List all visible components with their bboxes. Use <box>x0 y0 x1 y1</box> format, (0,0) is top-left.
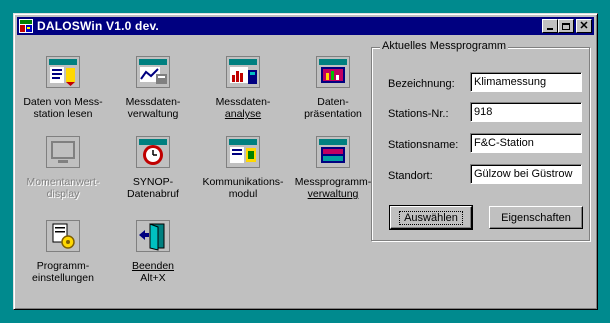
tile-label: Beenden Alt+X <box>131 260 175 284</box>
minimize-icon <box>547 28 553 30</box>
data-analysis-icon <box>226 56 260 88</box>
main-window: DALOSWin V1.0 dev. ✕ Daten von Mess-stat… <box>13 13 598 310</box>
designation-field[interactable] <box>470 72 582 92</box>
close-button[interactable]: ✕ <box>576 19 592 33</box>
app-icon <box>19 19 33 33</box>
station-name-field[interactable] <box>470 133 582 153</box>
station-name-label: Stationsname: <box>388 139 459 151</box>
tile-exit[interactable]: Beenden Alt+X <box>108 220 198 284</box>
station-number-label: Stations-Nr.: <box>388 108 449 120</box>
tile-read-station-data[interactable]: Daten von Mess-station lesen <box>18 56 108 120</box>
monitor-display-icon <box>46 136 80 168</box>
tile-label: Momentanwert-display <box>26 176 100 200</box>
tile-current-value-display: Momentanwert-display <box>18 136 108 200</box>
tile-label: Programm-einstellungen <box>32 260 94 284</box>
tile-data-analysis[interactable]: Messdaten-analyse <box>198 56 288 120</box>
location-field[interactable] <box>470 164 582 184</box>
tile-label: Daten-präsentation <box>304 96 362 120</box>
tile-label: Kommunikations-modul <box>202 176 284 200</box>
properties-button-label: Eigenschaften <box>501 211 571 224</box>
tile-program-settings[interactable]: Programm-einstellungen <box>18 220 108 284</box>
program-management-icon <box>316 136 350 168</box>
download-data-icon <box>46 56 80 88</box>
minimize-button[interactable] <box>542 19 558 33</box>
properties-button[interactable]: Eigenschaften <box>489 206 583 229</box>
tile-label: Messdaten-verwaltung <box>125 96 181 120</box>
data-management-icon <box>136 56 170 88</box>
maximize-button[interactable] <box>558 19 574 33</box>
station-number-field[interactable] <box>470 102 582 122</box>
tile-label: Daten von Mess-station lesen <box>23 96 103 120</box>
tile-data-management[interactable]: Messdaten-verwaltung <box>108 56 198 120</box>
synop-clock-icon <box>136 136 170 168</box>
tile-synop-data-retrieval[interactable]: SYNOP- Datenabruf <box>108 136 198 200</box>
select-button-label: Auswählen <box>399 210 463 225</box>
designation-label: Bezeichnung: <box>388 78 455 90</box>
group-legend: Aktuelles Messprogramm <box>380 40 509 52</box>
tile-label: Messdaten-analyse <box>215 96 271 120</box>
maximize-icon <box>562 22 570 30</box>
communication-module-icon <box>226 136 260 168</box>
tile-label: SYNOP- Datenabruf <box>127 176 179 200</box>
location-label: Standort: <box>388 170 433 182</box>
program-settings-icon <box>46 220 80 252</box>
title-bar[interactable]: DALOSWin V1.0 dev. ✕ <box>17 17 594 35</box>
exit-door-icon <box>136 220 170 252</box>
window-title: DALOSWin V1.0 dev. <box>37 19 159 33</box>
current-program-group: Aktuelles Messprogramm Bezeichnung: Stat… <box>371 40 590 241</box>
tile-measurement-program-management[interactable]: Messprogramm-verwaltung <box>288 136 378 200</box>
close-icon: ✕ <box>579 19 589 32</box>
tile-data-presentation[interactable]: Daten-präsentation <box>288 56 378 120</box>
data-presentation-icon <box>316 56 350 88</box>
tile-label: Messprogramm-verwaltung <box>294 176 372 200</box>
tile-communication-module[interactable]: Kommunikations-modul <box>198 136 288 200</box>
select-button[interactable]: Auswählen <box>389 205 473 230</box>
